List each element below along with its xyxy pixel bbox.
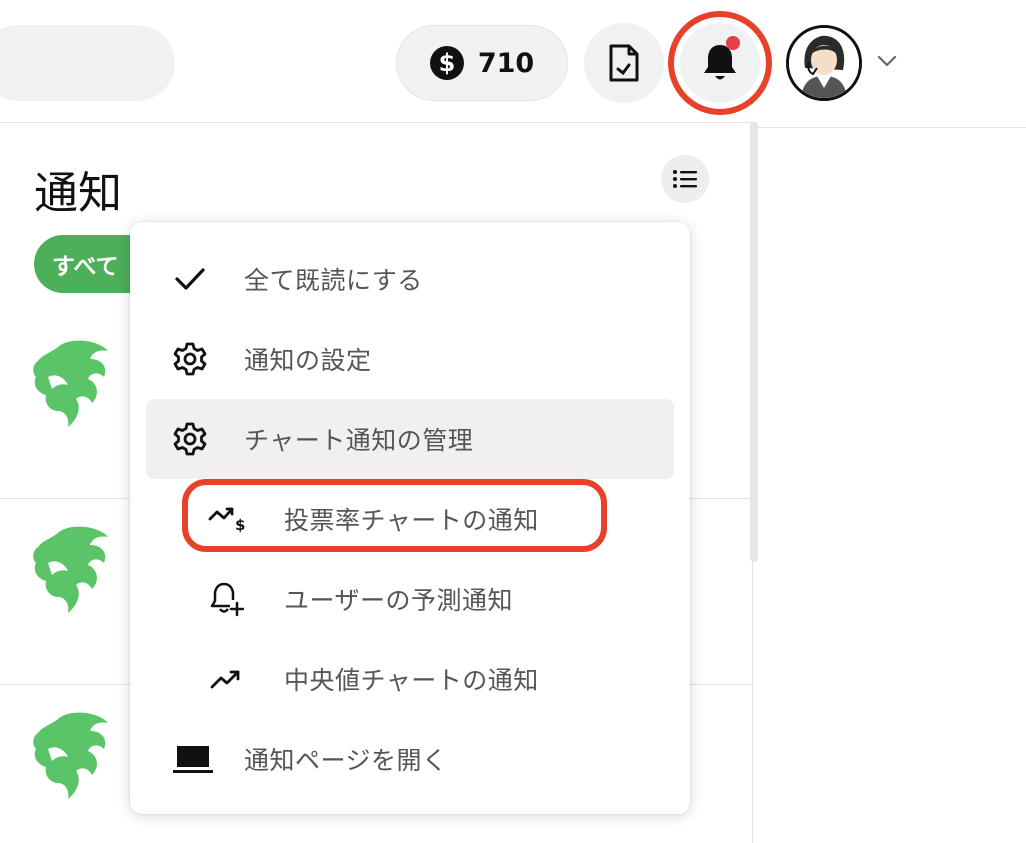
laptop-icon	[173, 746, 213, 773]
user-avatar[interactable]	[786, 25, 862, 101]
lion-logo-icon	[33, 526, 108, 613]
unread-dot	[726, 36, 740, 50]
menu-item-label: 通知ページを開く	[244, 746, 448, 775]
menu-item-vote-rate-chart-notification[interactable]: $ 投票率チャートの通知	[146, 479, 674, 559]
lion-logo-icon	[33, 340, 108, 427]
search-bar[interactable]	[0, 25, 175, 101]
dollar-coin-icon: $	[429, 46, 464, 80]
coin-count: 710	[477, 47, 535, 79]
avatar-illustration	[789, 28, 859, 98]
check-icon	[175, 268, 205, 290]
panel-title: 通知	[34, 168, 122, 219]
menu-item-label: 全て既読にする	[244, 266, 423, 295]
lion-logo-icon	[33, 712, 108, 799]
gear-icon	[173, 342, 207, 376]
document-icon	[609, 44, 639, 82]
panel-scrollbar[interactable]	[750, 122, 758, 562]
menu-item-label: ユーザーの予測通知	[284, 586, 514, 615]
svg-text:$: $	[235, 516, 245, 534]
menu-item-label: 投票率チャートの通知	[284, 506, 539, 535]
menu-item-median-chart-notification[interactable]: 中央値チャートの通知	[146, 639, 674, 719]
notification-options-menu: 全て既読にする 通知の設定 チャート通知の管理 $ 投票率チャートの通知 ユーザ…	[130, 222, 690, 814]
coin-balance-button[interactable]: $ 710	[396, 25, 568, 101]
document-button[interactable]	[584, 23, 664, 103]
list-menu-button[interactable]	[661, 155, 709, 203]
menu-item-user-prediction-notification[interactable]: ユーザーの予測通知	[146, 559, 674, 639]
menu-item-open-notification-page[interactable]: 通知ページを開く	[146, 719, 674, 799]
trend-up-icon	[210, 670, 240, 689]
bell-plus-icon	[210, 582, 244, 617]
menu-item-label: チャート通知の管理	[244, 426, 474, 455]
notification-bell-button[interactable]	[680, 23, 760, 103]
menu-item-mark-all-read[interactable]: 全て既読にする	[146, 239, 674, 319]
chevron-down-icon[interactable]	[876, 54, 898, 68]
menu-item-notification-settings[interactable]: 通知の設定	[146, 319, 674, 399]
list-icon	[673, 170, 697, 188]
menu-item-label: 中央値チャートの通知	[284, 666, 539, 695]
trend-dollar-icon: $	[208, 507, 245, 534]
svg-text:$: $	[438, 49, 455, 77]
menu-item-label: 通知の設定	[244, 346, 372, 375]
header-divider	[757, 127, 1026, 128]
menu-item-chart-notification-management[interactable]: チャート通知の管理	[146, 399, 674, 479]
gear-icon	[173, 422, 207, 456]
